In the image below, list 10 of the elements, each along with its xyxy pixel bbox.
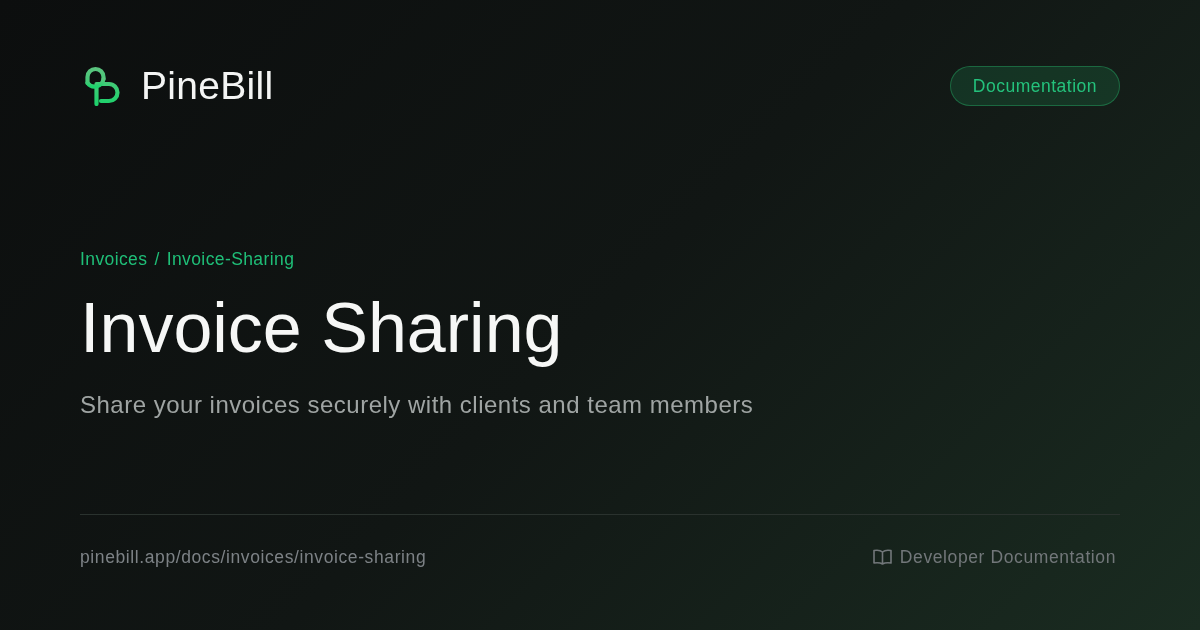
breadcrumb-link[interactable]: Invoice-Sharing bbox=[166, 249, 295, 269]
breadcrumb-separator: / bbox=[154, 249, 160, 269]
developer-docs-link[interactable]: Developer Documentation bbox=[899, 547, 1116, 567]
brand-name: PineBill bbox=[141, 64, 274, 108]
page-subtitle: Share your invoices securely with clients and team members bbox=[80, 390, 755, 420]
book-icon bbox=[872, 549, 892, 565]
page-title: Invoice Sharing bbox=[80, 291, 564, 366]
breadcrumb-link[interactable]: Invoices bbox=[80, 249, 148, 269]
documentation-button[interactable]: Documentation bbox=[949, 66, 1120, 106]
page-url: pinebill.app/docs/invoices/invoice-sharing bbox=[80, 547, 427, 567]
